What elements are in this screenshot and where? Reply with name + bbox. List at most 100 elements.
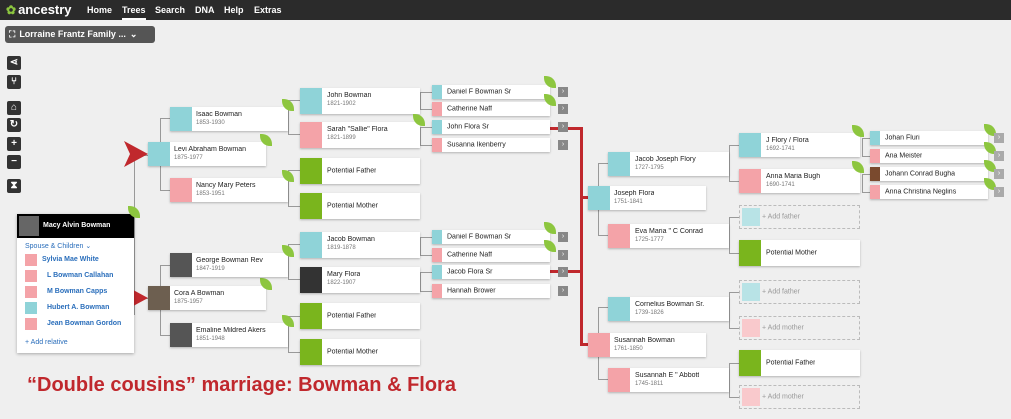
home-icon[interactable]: ⌂ [7,101,21,115]
person-card-jacob-bowman[interactable]: Jacob Bowman 1819-1878 [300,232,420,258]
expand-arrow-button[interactable]: › [558,250,568,260]
person-card-jacob-joseph-flory[interactable]: Jacob Joseph Flory 1727-1795 [608,152,729,176]
photo-avatar [170,323,192,347]
person-card-anna-maria-bugh[interactable]: Anna Maria Bugh 1690-1741 [739,169,860,193]
person-card-hannah-brower[interactable]: Hannah Brower [432,284,550,298]
person-card-eva-conrad[interactable]: Eva Maria " C Conrad 1725-1777 [608,224,729,248]
expand-arrow-button[interactable]: › [994,187,1004,197]
leaf-logo-icon: ✿ [6,2,17,17]
person-card-potential-mother[interactable]: Potential Mother [739,240,860,266]
home-person-card[interactable]: Macy Alvin Bowman Spouse & Children ⌄ Sy… [17,214,134,353]
female-avatar-icon [432,284,442,298]
person-card-potential-father[interactable]: Potential Father [300,158,420,184]
person-card-daniel-bowman[interactable]: Daniel F Bowman Sr [432,85,550,99]
person-name: Ana Meister [885,152,923,160]
child-link[interactable]: Hubert A. Bowman [47,304,109,311]
connector [729,292,730,328]
person-card-anna-christina-neglins[interactable]: Anna Christina Neglins [870,185,988,199]
expand-arrow-button[interactable]: › [994,133,1004,143]
zoom-out-icon[interactable]: − [7,155,21,169]
refresh-icon[interactable]: ↻ [7,118,21,132]
person-card-susannah-abbott[interactable]: Susannah E " Abbott 1745-1811 [608,368,729,392]
person-card-johan-fluri[interactable]: Johan Fluri [870,131,988,145]
person-card-catherine-naff[interactable]: Catherine Naff [432,102,550,116]
person-card-john-bowman[interactable]: John Bowman 1821-1902 [300,88,420,114]
tree-selector-dropdown[interactable]: ⛶ Lorraine Frantz Family ... ⌄ [5,26,155,43]
expand-arrow-button[interactable]: › [558,286,568,296]
ancestry-logo[interactable]: ✿ ancestry [6,2,72,17]
person-card-levi[interactable]: Levi Abraham Bowman 1875-1977 [148,142,266,166]
person-dates: 1822-1907 [327,280,356,286]
person-card-j-flory[interactable]: J Flory / Flora 1692-1741 [739,133,860,157]
nav-search[interactable]: Search [155,0,185,20]
connector [420,92,432,93]
expand-arrow-button[interactable]: › [994,151,1004,161]
person-card-jacob-flora[interactable]: Jacob Flora Sr [432,265,550,279]
expand-arrow-button[interactable]: › [558,267,568,277]
person-card-john-flora[interactable]: John Flora Sr [432,120,550,134]
male-avatar-icon [170,107,192,131]
person-name: George Bowman Rev [196,257,263,264]
person-card-catherine-naff[interactable]: Catherine Naff [432,248,550,262]
family-view-icon[interactable]: ⑂ [7,75,21,89]
add-father-label: + Add father [762,288,800,296]
add-father-placeholder[interactable]: + Add father [739,280,860,304]
person-card-susannah-bowman[interactable]: Susannah Bowman 1761-1850 [588,333,706,357]
expand-arrow-button[interactable]: › [558,140,568,150]
child-link[interactable]: M Bowman Capps [47,288,107,295]
person-card-isaac[interactable]: Isaac Bowman 1853-1930 [170,107,288,131]
child-link[interactable]: L Bowman Callahan [47,272,113,279]
male-avatar-icon [432,120,442,134]
spouse-link[interactable]: Sylvia Mae White [42,256,99,263]
connector [288,279,300,280]
child-link[interactable]: Jean Bowman Gordon [47,320,121,327]
nav-dna[interactable]: DNA [195,0,215,20]
expand-arrow-button[interactable]: › [994,169,1004,179]
pedigree-view-icon[interactable]: ⋖ [7,56,21,70]
add-father-placeholder[interactable]: + Add father [739,205,860,229]
connector [420,92,421,109]
add-mother-placeholder[interactable]: + Add mother [739,316,860,340]
connector [729,292,739,293]
nav-help[interactable]: Help [224,0,244,20]
person-card-daniel-bowman[interactable]: Daniel F Bowman Sr [432,230,550,244]
photo-avatar [870,167,880,181]
spouse-children-toggle[interactable]: Spouse & Children ⌄ [25,242,91,250]
connector [288,170,300,171]
person-card-johann-conrad-bugha[interactable]: Johann Conrad Bugha [870,167,988,181]
person-card-nancy[interactable]: Nancy Mary Peters 1853-1951 [170,178,288,202]
person-card-potential-mother[interactable]: Potential Mother [300,193,420,219]
expand-arrow-button[interactable]: › [558,122,568,132]
expand-arrow-button[interactable]: › [558,87,568,97]
person-card-potential-father[interactable]: Potential Father [300,303,420,329]
add-relative-link[interactable]: + Add relative [25,339,68,346]
nav-home[interactable]: Home [87,0,112,20]
person-name: Johann Conrad Bugha [885,170,956,178]
person-card-emaline[interactable]: Emaline Mildred Akers 1851-1948 [170,323,288,347]
person-card-george[interactable]: George Bowman Rev 1847-1919 [170,253,288,277]
nav-extras[interactable]: Extras [254,0,282,20]
person-card-mary-flora[interactable]: Mary Flora 1822-1907 [300,267,420,293]
person-name: Susannah E " Abbott [635,372,700,379]
person-card-cornelius-bowman[interactable]: Cornelius Bowman Sr. 1739-1826 [608,297,729,321]
person-card-joseph-flora[interactable]: Joseph Flora 1751-1841 [588,186,706,210]
expand-arrow-button[interactable]: › [558,232,568,242]
person-card-potential-mother[interactable]: Potential Mother [300,339,420,365]
nav-trees[interactable]: Trees [122,0,146,20]
person-card-cora[interactable]: Cora A Bowman 1875-1957 [148,286,266,310]
person-card-sarah-flora[interactable]: Sarah "Sallie" Flora 1821-1899 [300,122,420,148]
expand-arrow-button[interactable]: › [558,104,568,114]
top-navigation-bar: ✿ ancestry Home Trees Search DNA Help Ext… [0,0,1011,20]
connector [862,138,863,156]
person-card-potential-father[interactable]: Potential Father [739,350,860,376]
person-card-ana-meister[interactable]: Ana Meister [870,149,988,163]
person-name: Hannah Brower [447,287,496,295]
home-person-header[interactable]: Macy Alvin Bowman [17,214,134,238]
add-mother-placeholder[interactable]: + Add mother [739,385,860,409]
person-dates: 1847-1919 [196,266,225,272]
add-father-label: + Add father [762,213,800,221]
zoom-in-icon[interactable]: + [7,137,21,151]
home-person-name: Macy Alvin Bowman [43,222,111,229]
person-card-susanna-ikenberry[interactable]: Susanna Ikenberry [432,138,550,152]
hourglass-icon[interactable]: ⧗ [7,179,21,193]
